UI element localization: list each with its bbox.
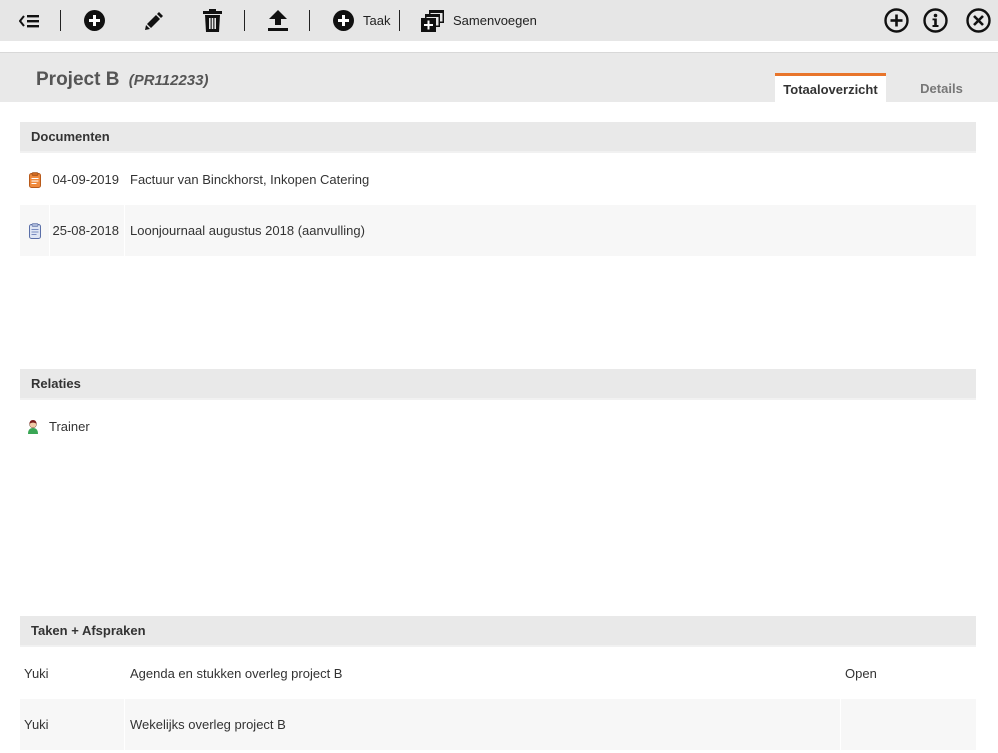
toolbar-separator	[244, 10, 245, 31]
add-task-button[interactable]: Taak	[333, 0, 390, 41]
delete-trash-icon[interactable]	[203, 0, 222, 41]
edit-pencil-icon[interactable]	[144, 0, 164, 41]
project-name: Project B	[36, 69, 120, 90]
task-status	[841, 699, 845, 750]
merge-documents-icon	[421, 9, 444, 32]
invoice-document-icon	[20, 154, 50, 205]
journal-document-icon	[20, 205, 50, 256]
add-task-icon	[333, 10, 354, 31]
document-row[interactable]: 25-08-2018 Loonjournaal augustus 2018 (a…	[20, 205, 976, 256]
document-row[interactable]: 04-09-2019 Factuur van Binckhorst, Inkop…	[20, 154, 976, 205]
document-description: Factuur van Binckhorst, Inkopen Catering	[130, 172, 370, 187]
merge-button-label: Samenvoegen	[453, 13, 537, 28]
task-description: Wekelijks overleg project B	[125, 699, 841, 750]
toolbar: Taak Samenvoegen	[0, 0, 998, 41]
task-button-label: Taak	[363, 13, 391, 28]
task-owner: Yuki	[20, 699, 125, 750]
task-row[interactable]: Yuki Agenda en stukken overleg project B…	[20, 648, 976, 699]
task-status: Open	[845, 666, 877, 681]
tasks-section-header: Taken + Afspraken	[20, 616, 976, 647]
info-icon[interactable]	[923, 0, 948, 41]
new-item-circle-icon[interactable]	[884, 0, 909, 41]
page-title: Project B (PR112233)	[36, 69, 208, 91]
project-code: (PR112233)	[128, 72, 209, 89]
document-date: 25-08-2018	[50, 205, 125, 256]
page-header: Project B (PR112233) Totaaloverzicht Det…	[0, 52, 998, 103]
document-description: Loonjournaal augustus 2018 (aanvulling)	[130, 223, 365, 238]
toolbar-separator	[399, 10, 400, 31]
tab-totaaloverzicht[interactable]: Totaaloverzicht	[775, 73, 886, 103]
task-owner: Yuki	[20, 648, 125, 699]
documents-section-header: Documenten	[20, 122, 976, 153]
merge-button[interactable]: Samenvoegen	[421, 0, 537, 41]
upload-icon[interactable]	[268, 0, 288, 41]
tab-details[interactable]: Details	[886, 73, 997, 103]
add-icon[interactable]	[84, 0, 105, 41]
relation-row[interactable]: Trainer	[20, 401, 976, 452]
task-description: Agenda en stukken overleg project B	[125, 648, 841, 699]
document-date: 04-09-2019	[50, 154, 125, 205]
close-icon[interactable]	[966, 0, 991, 41]
relation-name: Trainer	[49, 419, 90, 434]
toolbar-separator	[309, 10, 310, 31]
person-icon	[20, 401, 44, 452]
task-row[interactable]: Yuki Wekelijks overleg project B	[20, 699, 976, 750]
relations-section-header: Relaties	[20, 369, 976, 400]
collapse-menu-icon[interactable]	[19, 0, 39, 41]
toolbar-separator	[60, 10, 61, 31]
